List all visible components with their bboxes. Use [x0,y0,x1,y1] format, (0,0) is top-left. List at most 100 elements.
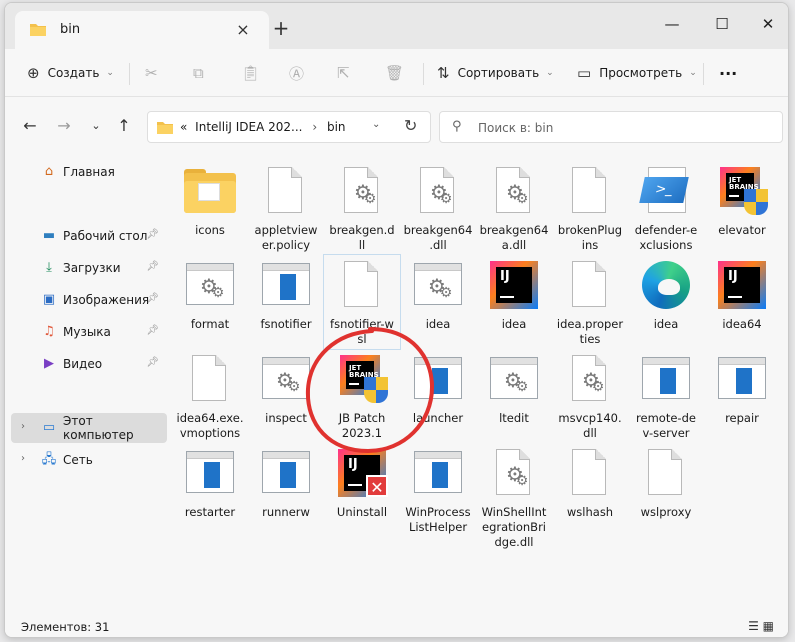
file-item[interactable]: ⚙ ⚙ WinShellInt egrationBri dge.dll [476,443,552,549]
gear-icon: ⚙ [211,285,225,301]
file-item[interactable]: brokenPlug ins [552,161,628,255]
paste-button[interactable]: 📋︎ [241,59,268,87]
file-item[interactable]: idea64.exe. vmoptions [172,349,248,443]
view-button[interactable]: ▭ Просмотреть ⌄ [577,59,697,87]
file-item[interactable]: ⚙ ⚙ ltedit [476,349,552,443]
file-name: repair [725,411,759,425]
sidebar-item-video[interactable]: ▶ Видео 📌︎ [11,349,167,379]
maximize-button[interactable]: ☐ [699,9,745,39]
file-item[interactable]: JET BRAINS elevator [704,161,780,255]
app-window-icon: ⚙ ⚙ [490,357,538,399]
file-item[interactable]: WinProcess ListHelper [400,443,476,537]
file-thumbnail [184,449,236,501]
file-item[interactable]: ⚙ ⚙ idea [400,255,476,349]
gear-icon: ⚙ [515,379,529,395]
file-name: remote-de v-server [636,411,696,440]
sidebar-item-label: Видео [63,357,103,371]
breadcrumb-intellij[interactable]: IntelliJ IDEA 202... [195,120,302,134]
sort-button[interactable]: ⇅ Сортировать ⌄ [437,59,554,87]
file-name: brokenPlug ins [557,223,623,252]
file-name: defender-e xclusions [634,223,698,252]
status-bar: Элементов: 31 ☰ ▦ [5,615,788,637]
file-item[interactable]: repair [704,349,780,443]
close-tab-icon[interactable]: × [232,19,254,41]
new-tab-button[interactable]: + [269,17,293,41]
file-item[interactable]: ⚙ ⚙ format [172,255,248,349]
gear-icon: ⚙ [439,285,453,301]
breadcrumb-overflow[interactable]: « [180,120,187,134]
pin-icon[interactable]: 📌︎ [146,293,159,304]
back-arrow-icon[interactable]: ← [19,115,41,137]
sidebar-item-this-pc[interactable]: › ▭ Этот компьютер [11,413,167,443]
file-item[interactable]: ⚙ ⚙ breakgen64 a.dll [476,161,552,255]
shield-icon [744,189,768,215]
close-window-button[interactable]: ✕ [745,9,788,39]
file-item[interactable]: idea [628,255,704,349]
address-bar[interactable]: « IntelliJ IDEA 202... › bin ⌄ ↻ [147,111,431,143]
images-icon: ▣ [42,292,56,307]
file-item[interactable]: appletview er.policy [248,161,324,255]
tab-bin[interactable]: bin × [15,11,269,49]
up-arrow-icon[interactable]: ↑ [113,115,135,137]
file-name: fsnotifier-w sl [330,317,394,346]
file-item[interactable]: launcher [400,349,476,443]
file-item[interactable]: IJ ✕ Uninstall [324,443,400,537]
copy-button[interactable]: ⧉ [193,59,212,87]
file-item[interactable]: runnerw [248,443,324,537]
file-item[interactable]: icons [172,161,248,255]
file-icon [344,261,378,307]
file-item[interactable]: ⚙ ⚙ msvcp140. dll [552,349,628,443]
pin-icon[interactable]: 📌︎ [146,229,159,240]
forward-arrow-icon[interactable]: → [53,115,75,137]
cut-button[interactable]: ✂ [145,59,166,87]
sidebar-item-home[interactable]: ⌂ Главная [11,157,167,187]
file-item[interactable]: >_ defender-e xclusions [628,161,704,255]
pin-icon[interactable]: 📌︎ [146,357,159,368]
chevron-right-icon[interactable]: › [21,453,25,464]
file-item[interactable]: restarter [172,443,248,537]
delete-button[interactable]: 🗑︎ [385,59,412,87]
breadcrumb-bin[interactable]: bin [327,120,346,134]
address-dropdown-icon[interactable]: ⌄ [372,119,380,130]
create-button[interactable]: ⊕ Создать ⌄ [27,59,114,87]
share-button[interactable]: ⇱ [337,59,358,87]
file-item[interactable]: IJ idea [476,255,552,349]
file-item[interactable]: fsnotifier-w sl [323,254,401,350]
search-input[interactable] [478,118,768,138]
sidebar-item-desktop[interactable]: ▬ Рабочий стол 📌︎ [11,221,167,251]
app-window-icon [642,357,690,399]
file-name: breakgen64 a.dll [479,223,549,252]
more-button[interactable]: ··· [719,59,737,87]
sidebar-item-music[interactable]: ♫ Музыка 📌︎ [11,317,167,347]
pin-icon[interactable]: 📌︎ [146,325,159,336]
pin-icon[interactable]: 📌︎ [146,261,159,272]
rename-button[interactable]: Ⓐ [289,59,312,87]
file-name: idea64 [722,317,762,331]
chevron-right-icon[interactable]: › [21,421,25,432]
sidebar-item-label: Этот компьютер [62,414,134,442]
file-item[interactable]: IJ idea64 [704,255,780,349]
file-item[interactable]: wslproxy [628,443,704,537]
gear-icon: ⚙ [515,191,529,207]
file-item[interactable]: fsnotifier [248,255,324,349]
file-thumbnail [640,261,692,313]
file-item[interactable]: JET BRAINS JB Patch 2023.1 [324,349,400,443]
sidebar-item-images[interactable]: ▣ Изображения 📌︎ [11,285,167,315]
search-box[interactable]: ⚲ [439,111,783,143]
file-name: Uninstall [336,505,388,519]
file-thumbnail: ⚙ ⚙ [336,167,388,219]
chevron-down-icon: ⌄ [689,68,697,78]
recent-chevron-icon[interactable]: ⌄ [85,115,107,137]
sidebar-item-downloads[interactable]: ⤓ Загрузки 📌︎ [11,253,167,283]
file-item[interactable]: ⚙ ⚙ breakgen64 .dll [400,161,476,255]
refresh-icon[interactable]: ↻ [404,116,417,135]
file-item[interactable]: ⚙ ⚙ inspect [248,349,324,443]
file-item[interactable]: ⚙ ⚙ breakgen.d ll [324,161,400,255]
sidebar-item-network[interactable]: › 🖧︎ Сеть [11,445,167,475]
file-item[interactable]: idea.proper ties [552,255,628,349]
file-item[interactable]: wslhash [552,443,628,537]
file-item[interactable]: remote-de v-server [628,349,704,443]
view-toggle-icons[interactable]: ☰ ▦ [748,619,774,633]
minimize-button[interactable]: — [649,9,695,39]
file-name: inspect [265,411,307,425]
